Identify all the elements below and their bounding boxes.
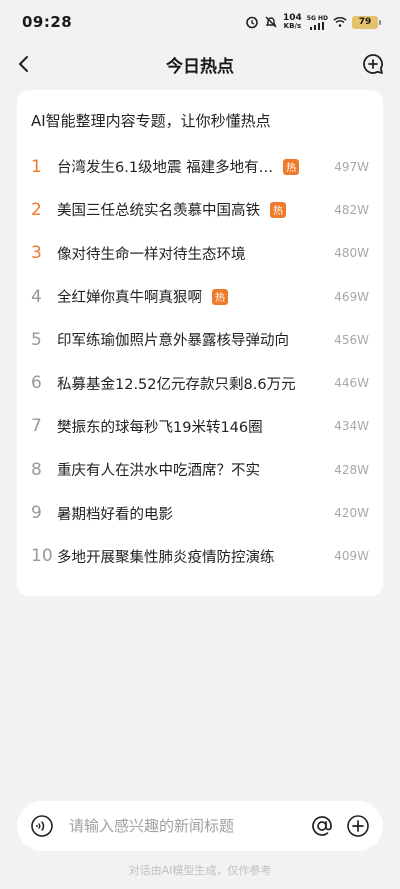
hot-topic-item[interactable]: 5 印军练瑜伽照片意外暴露核导弹动向 456W — [31, 318, 369, 361]
topic-rank: 3 — [31, 243, 42, 264]
battery-indicator: 79 — [352, 15, 381, 29]
at-sign-icon — [312, 816, 332, 836]
voice-wave-icon — [31, 815, 53, 837]
status-time: 09:28 — [22, 13, 73, 31]
topic-rank: 6 — [31, 373, 42, 394]
topic-title: 私募基金12.52亿元存款只剩8.6万元 — [57, 376, 296, 393]
topic-heat: 446W — [334, 376, 369, 391]
new-chat-button[interactable] — [360, 51, 386, 77]
topic-heat: 480W — [334, 246, 369, 261]
net-speed: 104 KB/s — [283, 14, 302, 30]
hot-topics-card: AI智能整理内容专题，让你秒懂热点 1 台湾发生6.1级地震 福建多地有… 热 497… — [17, 90, 383, 596]
back-button[interactable] — [12, 52, 36, 76]
hot-badge: 热 — [270, 201, 286, 218]
hot-topic-item[interactable]: 4 全红婵你真牛啊真狠啊热 469W — [31, 275, 369, 318]
net-speed-unit: KB/s — [283, 22, 302, 30]
hot-badge: 热 — [283, 158, 300, 175]
topic-title: 像对待生命一样对待生态环境 — [57, 246, 246, 263]
topic-heat: 434W — [334, 419, 369, 434]
topic-rank: 7 — [31, 416, 42, 437]
mute-bell-icon — [264, 15, 278, 29]
hot-topics-list: 1 台湾发生6.1级地震 福建多地有… 热 497W 2 美国三任总统实名羡慕中国高铁热 4… — [31, 145, 369, 578]
plus-circle-icon — [347, 815, 369, 837]
nav-bar: 今日热点 — [0, 44, 400, 84]
topic-heat: 456W — [334, 332, 369, 347]
topic-rank: 5 — [31, 329, 42, 350]
add-button[interactable] — [345, 813, 371, 839]
hot-topic-item[interactable]: 10 多地开展聚集性肺炎疫情防控演练 409W — [31, 535, 369, 578]
chat-plus-icon — [363, 54, 383, 74]
mention-button[interactable] — [309, 813, 335, 839]
topic-heat: 428W — [334, 462, 369, 477]
hot-topic-item[interactable]: 7 樊振东的球每秒飞19米转146圈 434W — [31, 405, 369, 448]
hot-topic-item[interactable]: 9 暑期档好看的电影 420W — [31, 491, 369, 534]
hot-topic-item[interactable]: 6 私募基金12.52亿元存款只剩8.6万元 446W — [31, 361, 369, 404]
hot-topic-item[interactable]: 3 像对待生命一样对待生态环境 480W — [31, 232, 369, 275]
topic-rank: 4 — [31, 286, 42, 307]
voice-button[interactable] — [29, 813, 55, 839]
status-icons: 104 KB/s 5G HD 79 — [245, 14, 381, 30]
topic-heat: 420W — [334, 506, 369, 521]
topic-heat: 482W — [334, 202, 369, 217]
topic-title: 台湾发生6.1级地震 福建多地有… — [57, 160, 274, 177]
topic-rank: 1 — [31, 156, 42, 177]
topic-title: 重庆有人在洪水中吃酒席？不实 — [57, 463, 260, 480]
wifi-icon — [333, 15, 347, 29]
input-bar — [17, 801, 383, 851]
topic-heat: 409W — [334, 549, 369, 564]
topic-title: 暑期档好看的电影 — [57, 506, 173, 523]
topic-title: 多地开展聚集性肺炎疫情防控演练 — [57, 549, 275, 566]
hot-topic-item[interactable]: 2 美国三任总统实名羡慕中国高铁热 482W — [31, 188, 369, 231]
status-bar: 09:28 104 KB/s 5G HD 79 — [0, 0, 400, 44]
topic-title: 印军练瑜伽照片意外暴露核导弹动向 — [57, 333, 289, 350]
topic-rank: 10 — [31, 546, 53, 567]
topic-title: 美国三任总统实名羡慕中国高铁 — [57, 203, 260, 220]
network-label: 5G HD — [306, 14, 328, 22]
topic-heat: 497W — [334, 159, 369, 174]
page-title: 今日热点 — [166, 56, 234, 77]
news-search-input[interactable] — [69, 817, 309, 835]
topic-title: 樊振东的球每秒飞19米转146圈 — [57, 419, 263, 436]
alarm-icon — [245, 15, 259, 29]
card-heading: AI智能整理内容专题，让你秒懂热点 — [31, 112, 271, 130]
hot-badge: 热 — [212, 288, 228, 305]
chevron-left-icon — [19, 56, 28, 72]
ai-disclaimer: 对话由AI模型生成，仅作参考 — [128, 864, 272, 877]
topic-rank: 2 — [31, 199, 42, 220]
signal-5g-icon: 5G HD — [307, 15, 328, 30]
topic-rank: 9 — [31, 503, 42, 524]
topic-heat: 469W — [334, 289, 369, 304]
hot-topic-item[interactable]: 8 重庆有人在洪水中吃酒席？不实 428W — [31, 448, 369, 491]
hot-topic-item[interactable]: 1 台湾发生6.1级地震 福建多地有… 热 497W — [31, 145, 369, 188]
topic-title: 全红婵你真牛啊真狠啊 — [57, 290, 202, 307]
topic-rank: 8 — [31, 459, 42, 480]
